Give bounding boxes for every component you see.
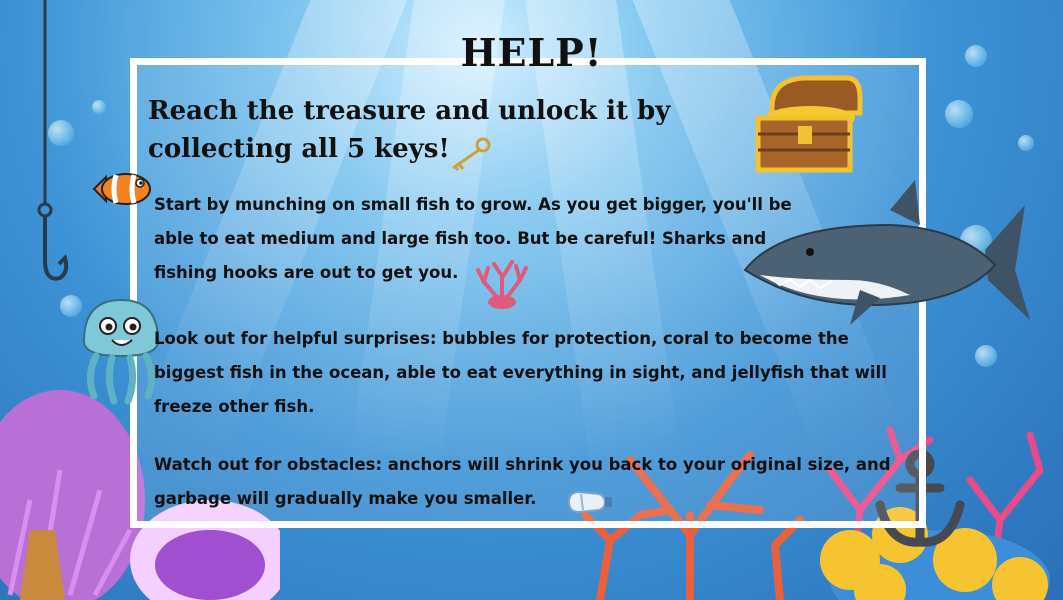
treasure-chest-icon [755,75,863,173]
bubble [945,100,973,128]
page-title: HELP! [460,30,603,75]
shark-icon [743,180,1030,325]
bubble [1018,135,1034,151]
jellyfish-icon [82,298,160,405]
game-help-screen: HELP! Reach the treasure and unlock it b… [0,0,1063,600]
bubble [92,100,106,114]
instruction-surprises: Look out for helpful surprises: bubbles … [154,329,887,416]
clownfish-icon [92,173,151,205]
bubble [975,345,997,367]
key-icon [452,137,491,171]
coral-icon [476,260,528,309]
instruction-obstacles: Watch out for obstacles: anchors will sh… [154,455,891,508]
garbage-icon [567,490,612,514]
